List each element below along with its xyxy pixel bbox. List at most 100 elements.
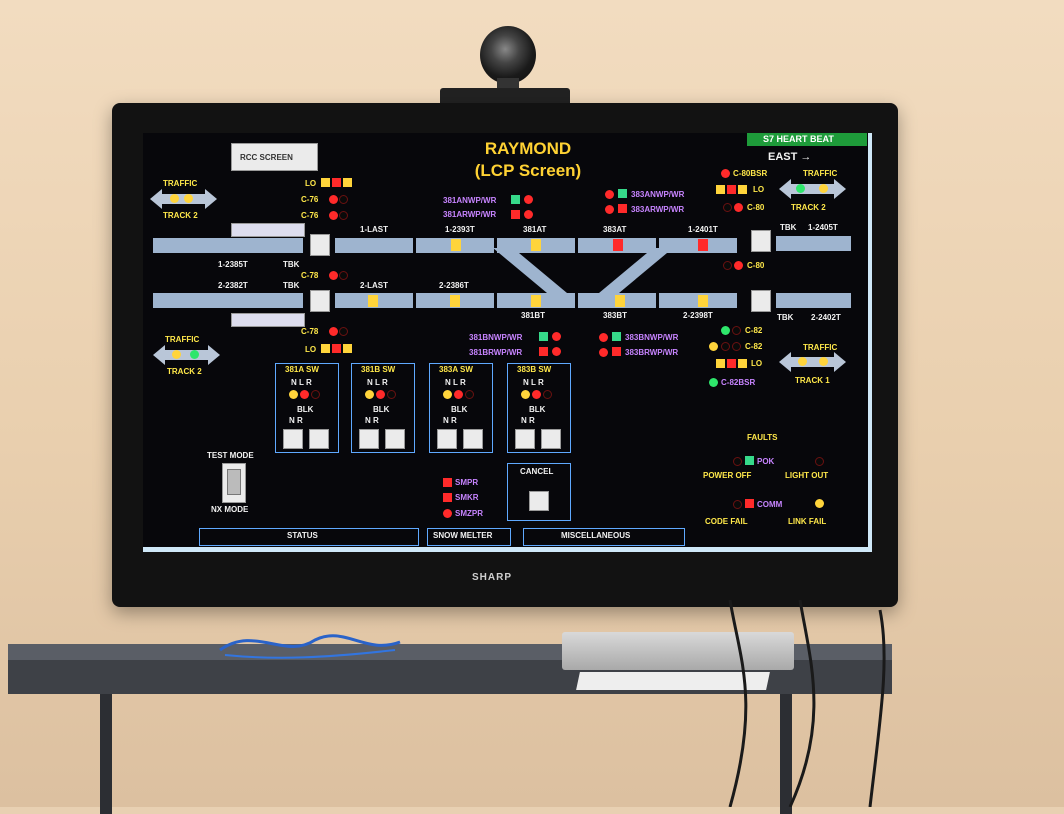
signal-label: C-78 bbox=[301, 271, 319, 280]
track-occupancy bbox=[531, 295, 541, 307]
traffic-lamp bbox=[798, 357, 807, 366]
signal-lamp-off bbox=[732, 326, 741, 335]
pok-indicator bbox=[745, 456, 754, 465]
switch-label: 381ARWP/WR bbox=[443, 210, 497, 219]
traffic-label: TRAFFIC bbox=[803, 343, 838, 352]
signal-lamp bbox=[329, 327, 338, 336]
switch-position-lamp bbox=[532, 390, 541, 399]
switch-panel-nr: N R bbox=[443, 416, 457, 425]
link-fail-label: LINK FAIL bbox=[788, 517, 827, 526]
nx-mode-label: NX MODE bbox=[211, 505, 249, 514]
smkr-indicator bbox=[443, 493, 452, 502]
smpr-indicator bbox=[443, 478, 452, 487]
track-2-segment bbox=[776, 293, 851, 308]
switch-reverse-button[interactable] bbox=[385, 429, 405, 449]
track-circuit-label: 1-2385T bbox=[218, 260, 248, 269]
switch-panel-nr: N R bbox=[365, 416, 379, 425]
track-1-segment bbox=[153, 238, 303, 253]
tab-snow-melter-label: SNOW MELTER bbox=[433, 531, 493, 540]
switch-panel-blk: BLK bbox=[373, 405, 390, 414]
tbk-block[interactable] bbox=[310, 234, 330, 256]
signal-lamp bbox=[709, 378, 718, 387]
traffic-bar bbox=[161, 194, 205, 204]
traffic-lamp bbox=[819, 184, 828, 193]
switch-normal-button[interactable] bbox=[515, 429, 535, 449]
signal-lamp-off bbox=[732, 342, 741, 351]
signal-label: C-82BSR bbox=[721, 378, 756, 387]
traffic-lamp bbox=[819, 357, 828, 366]
signal-label: C-82 bbox=[745, 342, 763, 351]
lo-label: LO bbox=[305, 345, 317, 354]
crossover-left bbox=[493, 248, 573, 298]
signal-aspect bbox=[727, 185, 736, 194]
track-circuit-label: TBK bbox=[777, 313, 794, 322]
switch-panel-title: 383B SW bbox=[517, 365, 552, 374]
track-circuit-label: 2-2386T bbox=[439, 281, 469, 290]
track-label: TRACK 2 bbox=[167, 367, 202, 376]
switch-label: 383BRWP/WR bbox=[625, 348, 679, 357]
switch-normal-button[interactable] bbox=[283, 429, 303, 449]
cancel-button[interactable] bbox=[529, 491, 549, 511]
switch-panel-nlr: N L R bbox=[291, 378, 312, 387]
switch-panel-nr: N R bbox=[289, 416, 303, 425]
traffic-right-arrow bbox=[205, 189, 217, 209]
black-cable-path bbox=[868, 609, 886, 807]
signal-lamp-off bbox=[339, 211, 348, 220]
signal-lamp-off bbox=[339, 327, 348, 336]
switch-position-lamp bbox=[289, 390, 298, 399]
switch-reverse-button[interactable] bbox=[463, 429, 483, 449]
traffic-label: TRAFFIC bbox=[803, 169, 838, 178]
track-circuit-label: 1-LAST bbox=[360, 225, 388, 234]
track-label: TRACK 2 bbox=[163, 211, 198, 220]
track-occupancy bbox=[450, 295, 460, 307]
smkr-label: SMKR bbox=[455, 493, 479, 502]
switch-label: 383ARWP/WR bbox=[631, 205, 685, 214]
track-label: TRACK 1 bbox=[795, 376, 830, 385]
switch-normal-button[interactable] bbox=[359, 429, 379, 449]
traffic-right-arrow bbox=[208, 345, 220, 365]
signal-lamp bbox=[734, 203, 743, 212]
black-cable-path bbox=[788, 600, 816, 807]
tab-miscellaneous-label: MISCELLANEOUS bbox=[561, 531, 631, 540]
track-circuit-label: 1-2393T bbox=[445, 225, 475, 234]
switch-position-lamp bbox=[465, 390, 474, 399]
switch-lamp bbox=[605, 205, 614, 214]
tab-status-label: STATUS bbox=[287, 531, 318, 540]
switch-position-lamp bbox=[443, 390, 452, 399]
signal-lamp bbox=[329, 271, 338, 280]
traffic-right-arrow bbox=[834, 352, 846, 372]
traffic-lamp bbox=[796, 184, 805, 193]
signal-lamp-off bbox=[723, 203, 732, 212]
comm-indicator bbox=[745, 499, 754, 508]
switch-position-lamp bbox=[543, 390, 552, 399]
switch-position-lamp bbox=[311, 390, 320, 399]
signal-aspect bbox=[332, 344, 341, 353]
switch-reverse-button[interactable] bbox=[541, 429, 561, 449]
tbk-block[interactable] bbox=[751, 230, 771, 252]
signal-aspect bbox=[716, 359, 725, 368]
traffic-lamp bbox=[184, 194, 193, 203]
power-off-label: POWER OFF bbox=[703, 471, 752, 480]
switch-panel-nlr: N L R bbox=[367, 378, 388, 387]
signal-lamp-off bbox=[723, 261, 732, 270]
track-circuit-label: 381BT bbox=[521, 311, 546, 320]
tbk-block[interactable] bbox=[310, 290, 330, 312]
switch-label: 381BRWP/WR bbox=[469, 348, 523, 357]
track-occupancy bbox=[698, 239, 708, 251]
switch-lamp bbox=[599, 348, 608, 357]
signal-lamp bbox=[734, 261, 743, 270]
tbk-block[interactable] bbox=[751, 290, 771, 312]
track-circuit-label: 1-2401T bbox=[688, 225, 718, 234]
faults-title: FAULTS bbox=[747, 433, 778, 442]
switch-lamp bbox=[552, 332, 561, 341]
track-id-field[interactable] bbox=[231, 223, 305, 237]
track-id-field[interactable] bbox=[231, 313, 305, 327]
pok-label: POK bbox=[757, 457, 775, 466]
switch-normal-button[interactable] bbox=[437, 429, 457, 449]
switch-reverse-button[interactable] bbox=[309, 429, 329, 449]
switch-panel-nlr: N L R bbox=[445, 378, 466, 387]
signal-aspect bbox=[332, 178, 341, 187]
traffic-lamp bbox=[170, 194, 179, 203]
track-circuit-label: TBK bbox=[283, 260, 300, 269]
switch-label: 381ANWP/WR bbox=[443, 196, 497, 205]
